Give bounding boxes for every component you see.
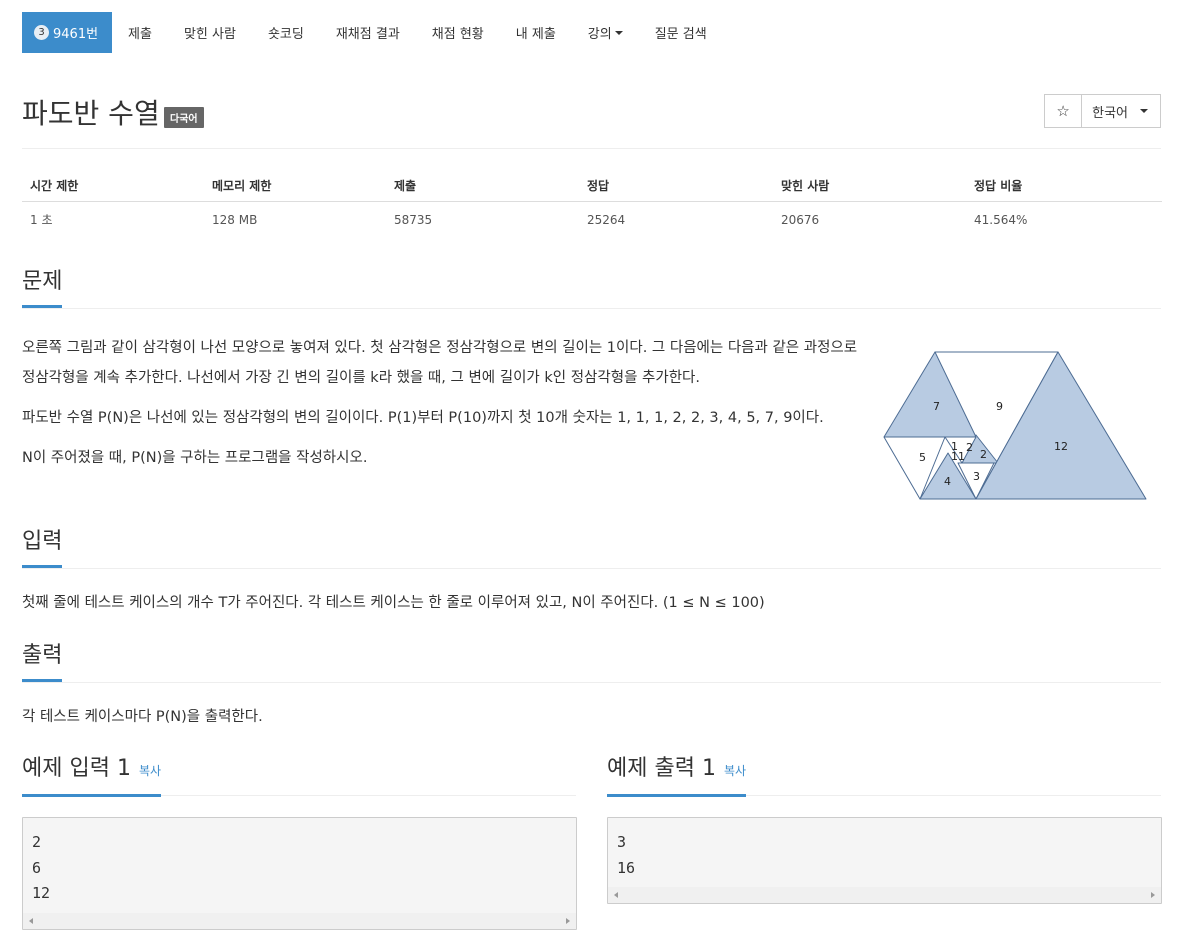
- sample-output-line: 3: [617, 833, 627, 851]
- figure-label-2b: 2: [966, 441, 973, 454]
- figure-label-1b: 1: [951, 450, 958, 463]
- header-submissions: 제출: [386, 170, 579, 202]
- sample-input-line: 12: [32, 884, 51, 902]
- figure-label-1c: 1: [958, 450, 965, 463]
- nav-problem-tab[interactable]: 3 9461번: [22, 12, 113, 53]
- problem-paragraph-2: 파도반 수열 P(N)은 나선에 있는 정삼각형의 변의 길이이다. P(1)부…: [22, 410, 824, 426]
- sample-input-box[interactable]: 2 6 12: [22, 817, 577, 930]
- output-heading: 출력: [22, 642, 63, 682]
- sample-input-heading: 예제 입력 1 복사: [22, 755, 162, 797]
- nav-lectures-dropdown[interactable]: 강의: [572, 12, 639, 53]
- nav-question-search[interactable]: 질문 검색: [639, 12, 723, 53]
- page-header: 파도반 수열 다국어 ☆ 한국어: [22, 92, 1161, 149]
- table-row: 1 초 128 MB 58735 25264 20676 41.564%: [22, 202, 1162, 238]
- sample-input-title: 예제 입력 1: [22, 756, 131, 781]
- sample-output-copy-button[interactable]: 복사: [724, 764, 746, 778]
- sample-output-title: 예제 출력 1: [607, 756, 716, 781]
- figure-label-7: 7: [933, 400, 940, 413]
- sample-input-copy-button[interactable]: 복사: [139, 764, 161, 778]
- sample-input-header: 예제 입력 1 복사: [22, 755, 576, 797]
- figure-label-5: 5: [919, 451, 926, 464]
- scroll-left-icon[interactable]: [29, 918, 33, 924]
- input-description: 첫째 줄에 테스트 케이스의 개수 T가 주어진다. 각 테스트 케이스는 한 …: [22, 595, 765, 611]
- memory-limit-value: 128 MB: [212, 212, 258, 227]
- problem-section-header: 문제: [22, 268, 1161, 309]
- scroll-left-icon[interactable]: [614, 892, 618, 898]
- spiral-triangles-figure: 7 9 12 5 4 3 2 2 1 1 1: [883, 351, 1147, 500]
- nav-solvers[interactable]: 맞힌 사람: [168, 12, 252, 53]
- header-accept-rate: 정답 비율: [966, 170, 1162, 202]
- problem-paragraph-3: N이 주어졌을 때, P(N)을 구하는 프로그램을 작성하시오.: [22, 450, 368, 466]
- problem-paragraph-1: 오른쪽 그림과 같이 삼각형이 나선 모양으로 놓여져 있다. 첫 삼각형은 정…: [22, 340, 858, 386]
- input-heading: 입력: [22, 528, 63, 568]
- figure-label-2a: 2: [980, 448, 987, 461]
- figure-label-3: 3: [973, 470, 980, 483]
- figure-label-4: 4: [944, 475, 951, 488]
- nav-lectures-label: 강의: [587, 27, 612, 42]
- solvers-value: 20676: [781, 212, 820, 227]
- problem-nav: 3 9461번 제출 맞힌 사람 숏코딩 재채점 결과 채점 현황 내 제출 강…: [22, 12, 723, 53]
- sample-output-header: 예제 출력 1 복사: [607, 755, 1161, 797]
- input-section-header: 입력: [22, 528, 1161, 569]
- horizontal-scrollbar[interactable]: [23, 913, 576, 929]
- page-title: 파도반 수열: [22, 97, 160, 130]
- language-select[interactable]: 한국어: [1081, 94, 1161, 128]
- submissions-value: 58735: [394, 212, 433, 227]
- language-label: 한국어: [1092, 105, 1128, 121]
- nav-my-submissions[interactable]: 내 제출: [500, 12, 572, 53]
- output-description: 각 테스트 케이스마다 P(N)을 출력한다.: [22, 709, 263, 725]
- figure-label-12: 12: [1054, 440, 1068, 453]
- figure-label-9: 9: [996, 400, 1003, 413]
- output-section-header: 출력: [22, 642, 1161, 683]
- header-solvers: 맞힌 사람: [773, 170, 966, 202]
- sample-output-heading: 예제 출력 1 복사: [607, 755, 747, 797]
- sample-output-line: 16: [617, 858, 636, 877]
- multilang-badge: 다국어: [164, 107, 204, 128]
- scroll-right-icon[interactable]: [1151, 892, 1155, 898]
- sample-input-line: 6: [32, 858, 42, 877]
- caret-down-icon: [1140, 109, 1148, 113]
- scroll-right-icon[interactable]: [566, 918, 570, 924]
- header-memory-limit: 메모리 제한: [204, 170, 386, 202]
- nav-submit[interactable]: 제출: [112, 12, 168, 53]
- header-time-limit: 시간 제한: [22, 170, 204, 202]
- accepted-value: 25264: [587, 212, 626, 227]
- caret-down-icon: [614, 30, 623, 35]
- nav-status[interactable]: 채점 현황: [416, 12, 500, 53]
- header-accepted: 정답: [579, 170, 773, 202]
- star-icon[interactable]: ☆: [1044, 94, 1082, 128]
- nav-rejudge-results[interactable]: 재채점 결과: [320, 12, 416, 53]
- nav-short-coding[interactable]: 숏코딩: [252, 12, 320, 53]
- sample-output-box[interactable]: 3 16: [607, 817, 1162, 904]
- problem-level-badge: 3: [34, 25, 49, 40]
- table-header-row: 시간 제한 메모리 제한 제출 정답 맞힌 사람 정답 비율: [22, 170, 1162, 202]
- problem-heading: 문제: [22, 268, 63, 308]
- problem-info-table: 시간 제한 메모리 제한 제출 정답 맞힌 사람 정답 비율 1 초 128 M…: [22, 170, 1162, 237]
- horizontal-scrollbar[interactable]: [608, 887, 1161, 903]
- header-tools: ☆ 한국어: [1044, 94, 1161, 128]
- problem-id-label: 9461번: [53, 27, 99, 42]
- sample-input-line: 2: [32, 833, 42, 851]
- time-limit-value: 1 초: [30, 213, 53, 227]
- accept-rate-value: 41.564%: [974, 212, 1028, 227]
